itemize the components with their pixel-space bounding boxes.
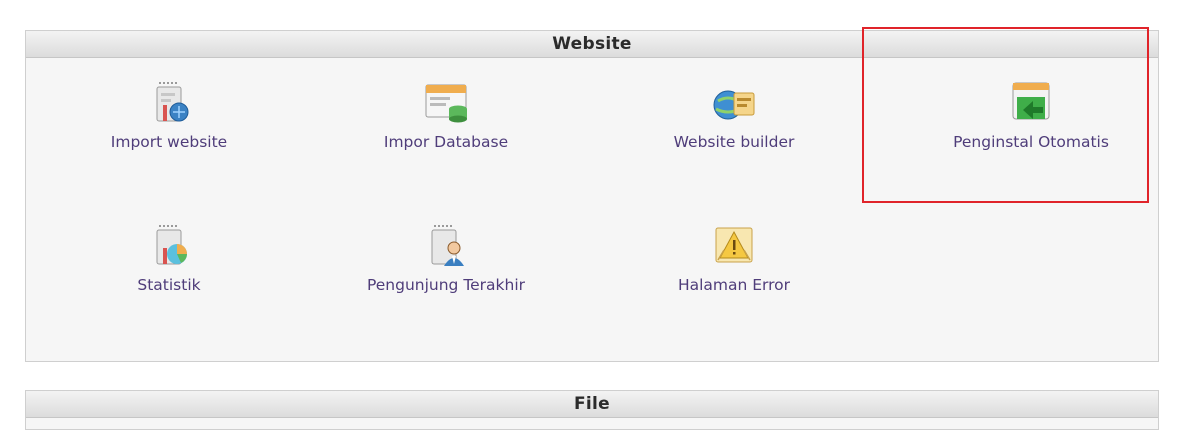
website-builder-link[interactable]: Website builder [604, 79, 864, 151]
import-website-icon [156, 82, 189, 122]
auto-installer-icon [1012, 82, 1050, 120]
penginstal-otomatis-link[interactable]: Penginstal Otomatis [901, 79, 1161, 151]
error-pages-icon [715, 227, 753, 263]
recent-visitors-icon [431, 225, 464, 266]
website-builder-icon [713, 90, 755, 120]
pengunjung-terakhir-label: Pengunjung Terakhir [366, 276, 526, 294]
database-import-icon [425, 84, 467, 123]
file-panel-header: File [26, 391, 1158, 418]
statistics-icon [156, 225, 187, 265]
impor-database-link[interactable]: Impor Database [316, 79, 576, 151]
halaman-error-link[interactable]: Halaman Error [604, 222, 864, 294]
statistik-label: Statistik [137, 276, 201, 294]
file-panel: File [25, 390, 1159, 430]
import-website-label: Import website [110, 133, 228, 151]
penginstal-otomatis-label: Penginstal Otomatis [953, 133, 1109, 151]
import-website-link[interactable]: Import website [39, 79, 299, 151]
impor-database-label: Impor Database [383, 133, 509, 151]
website-panel: Website Import website Impor Database We… [25, 30, 1159, 362]
website-panel-header: Website [26, 31, 1158, 58]
website-builder-label: Website builder [673, 133, 795, 151]
halaman-error-label: Halaman Error [677, 276, 791, 294]
pengunjung-terakhir-link[interactable]: Pengunjung Terakhir [316, 222, 576, 294]
statistik-link[interactable]: Statistik [39, 222, 299, 294]
